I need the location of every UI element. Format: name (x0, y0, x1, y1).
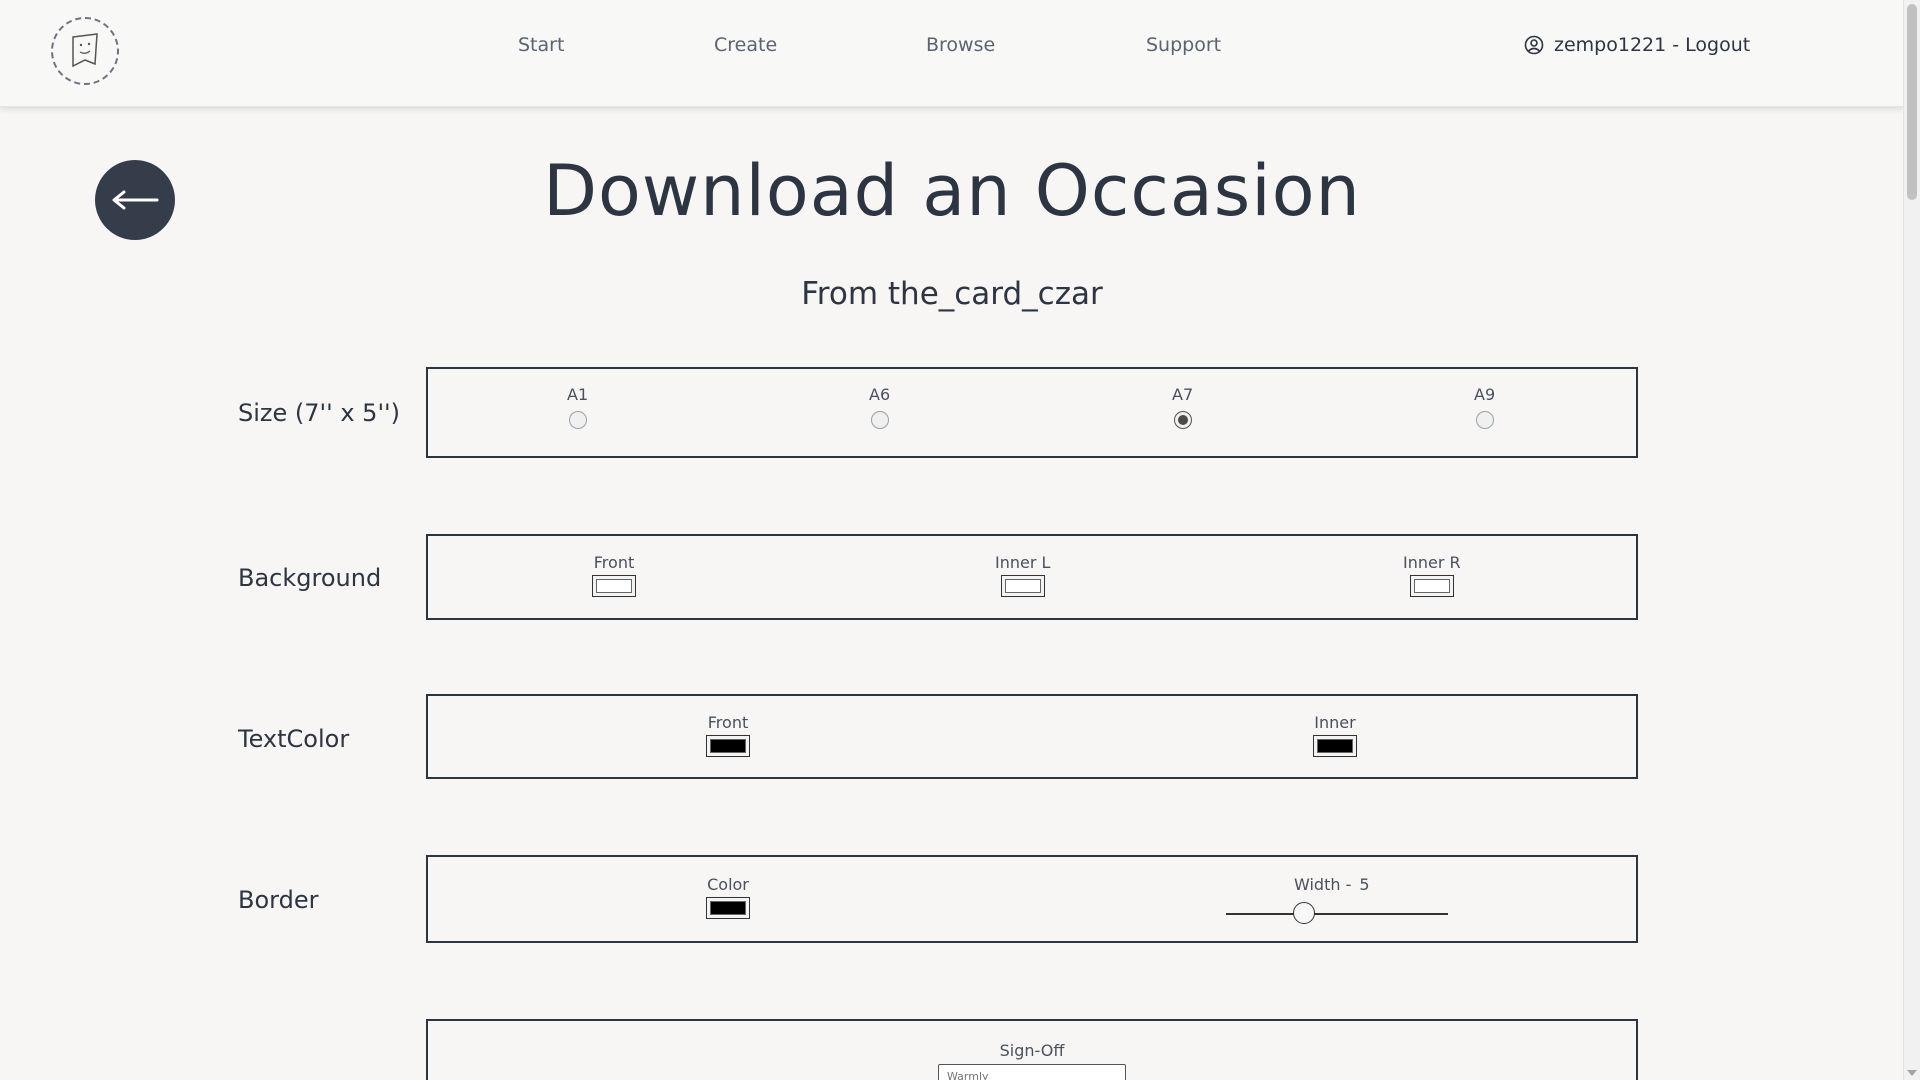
signoff-input[interactable] (938, 1064, 1126, 1080)
top-navbar: Start Create Browse Support zempo1221 - … (0, 0, 1904, 107)
size-radio-a6[interactable] (870, 411, 889, 429)
swatch-fill (1004, 579, 1041, 593)
size-panel: A1 A6 A7 A9 (426, 367, 1638, 458)
textcolor-inner-option: Inner (1313, 713, 1357, 757)
size-option-label: A1 (567, 385, 589, 404)
border-width-label: Width - (1294, 875, 1352, 894)
textcolor-front-label: Front (707, 713, 749, 732)
slider-thumb[interactable] (1292, 902, 1315, 924)
size-radio-a7[interactable] (1173, 411, 1192, 429)
page-title: Download an Occasion (543, 150, 1361, 232)
swatch-fill (596, 579, 632, 593)
background-inner-r-label: Inner R (1403, 553, 1461, 572)
page: Start Create Browse Support zempo1221 - … (0, 0, 1920, 1080)
background-inner-l-option: Inner L (995, 553, 1050, 597)
background-inner-r-swatch[interactable] (1409, 575, 1454, 597)
size-option-a9[interactable]: A9 (1474, 385, 1495, 429)
card-face-icon (72, 33, 98, 68)
nav-create[interactable]: Create (714, 34, 777, 56)
swatch-fill (710, 739, 746, 753)
user-circle-icon (1524, 35, 1544, 55)
radio-selected-dot (1177, 415, 1188, 425)
size-option-a6[interactable]: A6 (869, 385, 890, 429)
textcolor-inner-label: Inner (1314, 713, 1356, 732)
textcolor-front-option: Front (706, 713, 750, 757)
border-label: Border (238, 886, 319, 914)
border-color-option: Color (706, 875, 750, 919)
textcolor-inner-swatch[interactable] (1313, 735, 1357, 757)
background-inner-l-label: Inner L (995, 553, 1051, 572)
border-color-label: Color (707, 875, 749, 894)
background-label: Background (238, 564, 382, 592)
size-option-a7[interactable]: A7 (1172, 385, 1193, 429)
swatch-fill (1413, 579, 1450, 593)
border-color-swatch[interactable] (706, 897, 750, 919)
size-option-label: A7 (1172, 385, 1194, 404)
background-front-swatch[interactable] (592, 575, 636, 597)
size-radio-a9[interactable] (1475, 411, 1494, 429)
textcolor-label: TextColor (238, 725, 350, 753)
signoff-panel: Sign-Off (426, 1019, 1638, 1080)
size-radio-a1[interactable] (568, 411, 587, 429)
swatch-fill (710, 901, 746, 915)
textcolor-front-swatch[interactable] (706, 735, 750, 757)
signoff-option: Sign-Off (938, 1041, 1126, 1080)
page-subtitle: From the_card_czar (801, 276, 1103, 312)
scrollbar-thumb[interactable] (1907, 4, 1917, 200)
textcolor-panel: Front Inner (426, 694, 1638, 779)
border-width-value: 5 (1359, 875, 1370, 894)
size-option-label: A6 (869, 385, 891, 404)
background-inner-r-option: Inner R (1403, 553, 1461, 597)
border-width-label-group: Width - 5 (1294, 875, 1370, 894)
nav-support[interactable]: Support (1146, 34, 1221, 56)
nav-start[interactable]: Start (518, 34, 564, 56)
vertical-scrollbar[interactable] (1903, 0, 1920, 1080)
nav-browse[interactable]: Browse (926, 34, 995, 56)
user-logout-link[interactable]: zempo1221 - Logout (1524, 34, 1750, 56)
border-panel: Color Width - 5 (426, 855, 1638, 943)
background-front-label: Front (593, 553, 635, 572)
background-panel: Front Inner L Inner R (426, 534, 1638, 620)
user-label: zempo1221 - Logout (1554, 34, 1751, 56)
scroll-down-arrow-icon[interactable] (1907, 1070, 1917, 1076)
swatch-fill (1317, 739, 1353, 753)
background-inner-l-swatch[interactable] (1000, 575, 1045, 597)
size-option-label: A9 (1474, 385, 1496, 404)
signoff-label: Sign-Off (999, 1041, 1065, 1060)
background-front-option: Front (592, 553, 636, 597)
logo[interactable] (51, 17, 119, 85)
border-width-slider[interactable] (1226, 902, 1448, 924)
size-label: Size (7'' x 5'') (238, 399, 401, 427)
size-option-a1[interactable]: A1 (567, 385, 588, 429)
